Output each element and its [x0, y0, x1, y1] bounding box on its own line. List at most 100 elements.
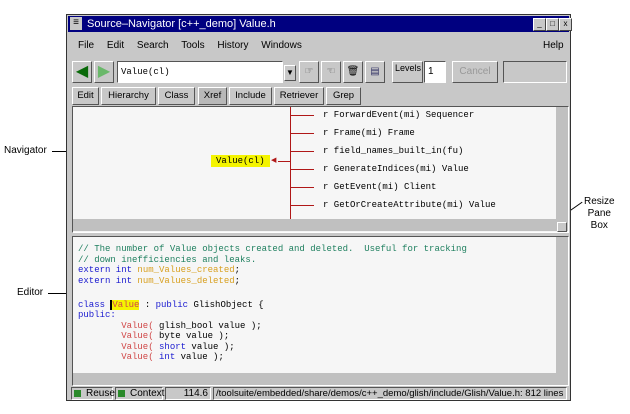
cursor-position: 114.6 — [165, 387, 211, 400]
close-button[interactable]: x — [559, 18, 572, 31]
tab-include[interactable]: Include — [229, 87, 272, 105]
delete-button[interactable]: 🗑 — [343, 61, 363, 83]
code-line: Value( short value ); — [78, 341, 235, 353]
xref-node[interactable]: r GetEvent(mi) Client — [323, 182, 436, 192]
forward-button[interactable]: ▶ — [94, 61, 114, 83]
editor-hscrollbar[interactable] — [73, 373, 568, 385]
reuse-label: Reuse — [86, 388, 115, 399]
window-menu-icon[interactable]: ≡ — [70, 17, 82, 30]
code-token: public: — [78, 310, 116, 320]
code-line: extern int num_Values_created; — [78, 265, 240, 276]
xref-focus-node[interactable]: Value(cl) — [211, 155, 270, 167]
code-token: ; — [234, 275, 241, 286]
menu-edit[interactable]: Edit — [107, 40, 124, 51]
tab-class[interactable]: Class — [158, 87, 195, 105]
context-checkbox[interactable]: Context — [115, 387, 165, 400]
code-token: public — [155, 299, 194, 310]
code-token: class — [78, 299, 111, 310]
title-bar[interactable]: ≡ Source–Navigator [c++_demo] Value.h _ … — [68, 16, 572, 32]
code-token: GlishObject { — [193, 299, 264, 310]
xref-node[interactable]: r field_names_built_in(fu) — [323, 146, 463, 156]
xref-node[interactable]: r GetOrCreateAttribute(mi) Value — [323, 200, 496, 210]
back-arrow-icon: ◀ — [75, 63, 89, 80]
code-line: Value( int value ); — [78, 352, 224, 363]
minimize-button[interactable]: _ — [533, 18, 546, 31]
context-label: Context — [130, 388, 165, 399]
navigator-vscrollbar[interactable] — [556, 107, 568, 219]
tab-retriever[interactable]: Retriever — [274, 87, 324, 105]
code-token: extern int — [78, 275, 138, 286]
callout-navigator: Navigator — [4, 145, 47, 156]
menu-windows[interactable]: Windows — [261, 40, 302, 51]
symbol-dropdown-button[interactable]: ▼ — [284, 65, 296, 81]
code-line: Value( glish_bool value ); — [78, 320, 262, 332]
graph-icon: ▤ — [370, 66, 380, 77]
navigator-pane[interactable]: ◀ Value(cl) r ForwardEvent(mi) Sequencer… — [72, 106, 569, 233]
code-token: // down inefficiencies and leaks. — [78, 254, 257, 265]
referred-by-button[interactable]: ☜ — [321, 61, 341, 83]
navigator-hscrollbar[interactable] — [73, 219, 568, 231]
levels-label: Levels — [392, 61, 423, 83]
xref-trunk-line — [290, 107, 291, 219]
xref-node[interactable]: r ForwardEvent(mi) Sequencer — [323, 110, 474, 120]
xref-node[interactable]: r Frame(mi) Frame — [323, 128, 415, 138]
code-token: extern int — [78, 265, 138, 275]
code-line: // down inefficiencies and leaks. — [78, 255, 256, 266]
cancel-button[interactable]: Cancel — [452, 61, 498, 83]
code-token: value ); — [186, 341, 235, 352]
resize-pane-box[interactable] — [557, 222, 567, 232]
callout-editor: Editor — [17, 287, 44, 298]
hand-left-icon: ☜ — [326, 66, 336, 77]
code-token: Value( — [78, 331, 154, 341]
menu-bar: File Edit Search Tools History Windows — [78, 40, 312, 51]
code-line: extern int num_Values_deleted; — [78, 276, 240, 287]
graph-button[interactable]: ▤ — [365, 61, 385, 83]
code-token: // The number of Value objects created a… — [78, 244, 467, 254]
back-button[interactable]: ◀ — [72, 61, 92, 83]
menu-history[interactable]: History — [217, 40, 248, 51]
code-line: Value( byte value ); — [78, 331, 229, 342]
reuse-checkbox[interactable]: Reuse — [71, 387, 115, 400]
trash-icon: 🗑 — [346, 66, 360, 77]
code-token: Value( — [78, 341, 154, 352]
menu-tools[interactable]: Tools — [181, 40, 204, 51]
code-token: value ); — [175, 352, 224, 362]
levels-input[interactable]: 1 — [424, 61, 446, 83]
code-token: num_Values_deleted — [137, 275, 235, 286]
menu-file[interactable]: File — [78, 40, 94, 51]
callout-resize: Resize Pane Box — [584, 196, 615, 231]
editor-pane[interactable]: // The number of Value objects created a… — [72, 236, 569, 386]
xref-node[interactable]: r GenerateIndices(mi) Value — [323, 164, 469, 174]
main-window: ≡ Source–Navigator [c++_demo] Value.h _ … — [66, 14, 572, 401]
checkbox-indicator — [74, 390, 81, 397]
menu-search[interactable]: Search — [137, 40, 169, 51]
xref-arrow — [278, 161, 290, 162]
code-token: : — [139, 299, 156, 310]
code-token: glish_bool value ); — [153, 320, 262, 331]
code-line: public: — [78, 310, 116, 321]
arrow-head-icon: ◀ — [271, 157, 277, 164]
code-token: num_Values_created — [137, 265, 235, 275]
menu-help[interactable]: Help — [543, 40, 564, 51]
code-line: // The number of Value objects created a… — [78, 244, 467, 255]
code-token: Value( — [78, 320, 154, 331]
symbol-input[interactable]: Value(cl) — [117, 61, 283, 83]
forward-arrow-icon: ▶ — [97, 63, 111, 80]
maximize-button[interactable]: □ — [546, 18, 559, 31]
hand-right-icon: ☞ — [304, 66, 314, 77]
code-token: short — [153, 341, 187, 352]
code-token: byte value ); — [153, 331, 230, 341]
chevron-down-icon: ▼ — [286, 68, 294, 77]
code-token: Value — [110, 299, 140, 310]
code-token: ; — [234, 265, 241, 275]
tab-grep[interactable]: Grep — [326, 87, 361, 105]
tab-hierarchy[interactable]: Hierarchy — [101, 87, 156, 105]
tab-edit[interactable]: Edit — [72, 87, 99, 105]
tab-xref[interactable]: Xref — [198, 87, 227, 105]
code-token: Value( — [78, 352, 154, 362]
code-token: int — [153, 352, 176, 362]
editor-vscrollbar[interactable] — [556, 237, 568, 373]
refers-to-button[interactable]: ☞ — [299, 61, 319, 83]
window-title: Source–Navigator [c++_demo] Value.h — [87, 18, 276, 30]
file-path-status: /toolsuite/embedded/share/demos/c++_demo… — [213, 387, 567, 400]
